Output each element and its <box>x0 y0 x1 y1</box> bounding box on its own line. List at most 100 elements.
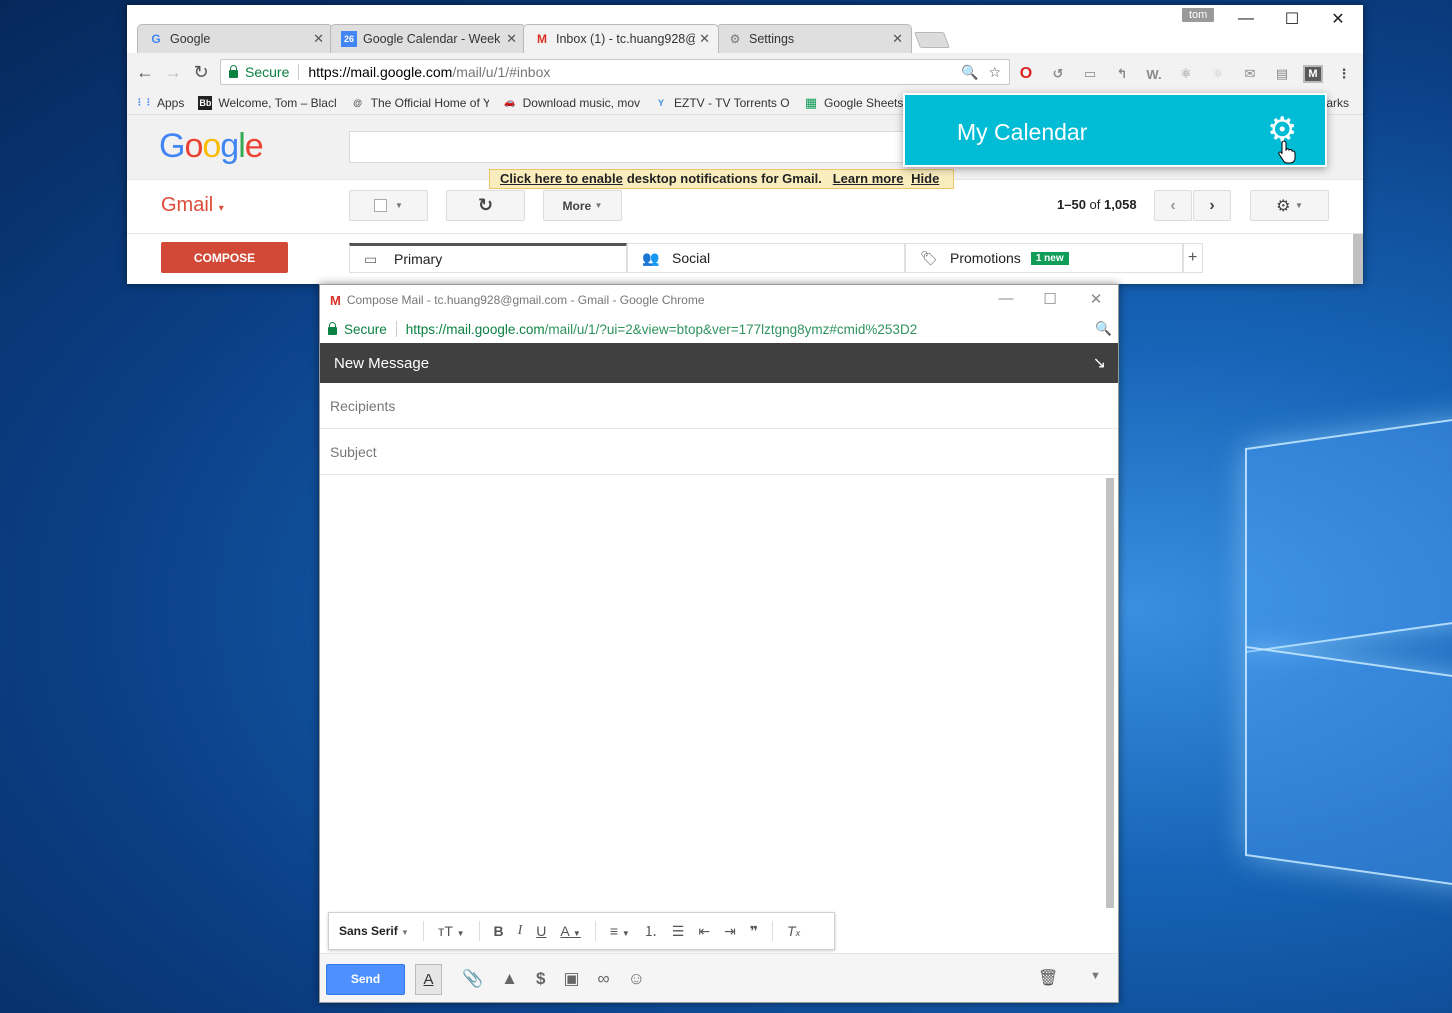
history-extension-icon[interactable]: ↺ <box>1047 66 1069 82</box>
font-family-select[interactable]: Sans Serif ▼ <box>339 924 409 938</box>
hide-link[interactable]: Hide <box>911 171 939 186</box>
address-bar[interactable]: Secure https://mail.google.com/mail/u/1/… <box>220 59 1010 85</box>
close-tab-icon[interactable]: ✕ <box>313 31 324 47</box>
minimize-icon[interactable]: — <box>986 290 1026 307</box>
back-arrow-icon[interactable]: ← <box>131 62 159 83</box>
underline-icon[interactable]: U <box>536 923 546 939</box>
bookmark-apps[interactable]: ⋮⋮ Apps <box>137 96 184 110</box>
compose-button[interactable]: COMPOSE <box>161 242 288 273</box>
close-tab-icon[interactable]: ✕ <box>699 31 710 47</box>
tab-google-calendar[interactable]: 26 Google Calendar - Week ✕ <box>330 24 526 53</box>
w-extension-icon[interactable]: W. <box>1143 66 1165 82</box>
numbered-list-icon[interactable]: ⒈ <box>644 921 658 941</box>
cast-icon[interactable]: ▭ <box>1079 66 1101 82</box>
gear-icon: ⚙ <box>1276 197 1291 215</box>
close-tab-icon[interactable]: ✕ <box>506 31 517 47</box>
tab-title: Google Calendar - Week <box>363 32 501 46</box>
close-window-icon[interactable]: ✕ <box>1315 5 1361 33</box>
recipients-field[interactable]: Recipients <box>320 383 1118 429</box>
chrome-menu-icon[interactable]: ⋮ <box>1333 66 1355 82</box>
tab-google[interactable]: G Google ✕ <box>137 24 333 53</box>
enable-notifications-link[interactable]: Click here to enable <box>500 171 623 186</box>
secure-indicator[interactable]: Secure <box>229 64 289 80</box>
emoji-icon[interactable]: ☺ <box>628 969 645 989</box>
zoom-icon[interactable]: 🔍 <box>961 64 978 81</box>
bookmark-eztv[interactable]: Y EZTV - TV Torrents Or <box>654 96 790 110</box>
settings-button[interactable]: ⚙ ▼ <box>1250 190 1329 221</box>
italic-icon[interactable]: I <box>518 923 523 939</box>
page-scrollbar[interactable] <box>1353 234 1363 284</box>
attach-files-icon[interactable]: 📎 <box>462 969 483 989</box>
shortcut-extension-icon[interactable]: ↰ <box>1111 66 1133 82</box>
new-badge: 1 new <box>1030 251 1069 265</box>
refresh-button[interactable]: ↻ <box>446 190 525 221</box>
indent-more-icon[interactable]: ⇥ <box>724 923 736 940</box>
forward-arrow-icon[interactable]: → <box>159 62 187 83</box>
caret-down-icon: ▼ <box>594 201 603 210</box>
more-options-caret-icon[interactable]: ▼ <box>1090 970 1101 982</box>
browser-toolbar: ← → ↻ Secure https://mail.google.com/mai… <box>127 53 1363 91</box>
bold-icon[interactable]: B <box>494 923 504 939</box>
profile-badge[interactable]: tom <box>1182 8 1215 22</box>
insert-photo-icon[interactable]: ▣ <box>563 969 579 989</box>
bookmark-star-icon[interactable]: ☆ <box>988 64 1001 81</box>
react-extension-icon[interactable]: ⚛ <box>1175 66 1197 82</box>
send-money-icon[interactable]: $ <box>536 969 545 989</box>
close-window-icon[interactable]: ✕ <box>1076 290 1116 308</box>
more-button[interactable]: More ▼ <box>543 190 622 221</box>
minimize-icon[interactable]: — <box>1223 5 1269 33</box>
gmail-menu[interactable]: Gmail ▾ <box>161 194 224 217</box>
discard-draft-trash-icon[interactable]: 🗑 <box>1038 968 1058 988</box>
lock-icon <box>229 65 238 78</box>
car-icon: 🚗 <box>504 97 516 107</box>
zoom-icon[interactable]: 🔍 <box>1095 321 1112 337</box>
bookmark-download-music[interactable]: 🚗 Download music, mov <box>503 96 640 110</box>
inbox-tabs-row: COMPOSE ▭ Primary 👥 Social 🏷 Promotions … <box>127 234 1363 284</box>
align-icon[interactable]: ≡ ▼ <box>610 923 630 939</box>
newer-button[interactable]: ‹ <box>1154 190 1192 221</box>
tab-social[interactable]: 👥 Social <box>627 243 905 273</box>
indent-less-icon[interactable]: ⇤ <box>698 923 710 940</box>
exit-fullscreen-icon[interactable]: ↘ <box>1093 353 1106 373</box>
bulleted-list-icon[interactable]: ☰ <box>672 923 685 940</box>
tab-primary[interactable]: ▭ Primary <box>349 243 627 273</box>
insert-link-icon[interactable]: ∞ <box>598 969 610 989</box>
subject-field[interactable]: Subject <box>320 429 1118 475</box>
learn-more-link[interactable]: Learn more <box>833 171 904 186</box>
mail-checker-icon[interactable]: ✉ <box>1239 66 1261 82</box>
sheets-icon: ▦ <box>804 95 818 110</box>
tab-promotions[interactable]: 🏷 Promotions 1 new <box>905 243 1183 273</box>
text-color-icon[interactable]: A ▼ <box>560 923 580 939</box>
message-body-editor[interactable] <box>320 475 1106 915</box>
font-size-icon[interactable]: тT ▼ <box>438 923 465 939</box>
quote-icon[interactable]: ❞ <box>750 923 758 940</box>
opera-extension-icon[interactable]: O <box>1015 65 1037 82</box>
google-drive-icon[interactable]: ▲ <box>501 969 518 989</box>
my-calendar-popup: My Calendar ⚙ <box>903 93 1327 167</box>
compose-address-bar[interactable]: Secure https://mail.google.com/mail/u/1/… <box>320 315 1118 343</box>
my-calendar-extension-icon[interactable]: M <box>1303 65 1323 83</box>
calendar-extension-icon[interactable]: ▤ <box>1271 66 1293 82</box>
formatting-options-toggle-icon[interactable]: A <box>415 963 442 995</box>
maximize-icon[interactable]: ☐ <box>1269 5 1315 33</box>
new-tab-button[interactable] <box>914 32 950 48</box>
secure-indicator[interactable]: Secure <box>328 322 387 337</box>
select-checkbox-button[interactable]: ▼ <box>349 190 428 221</box>
add-tab-button[interactable]: + <box>1183 243 1203 273</box>
bookmark-google-sheets[interactable]: ▦ Google Sheets <box>804 95 904 110</box>
tab-settings[interactable]: ⚙ Settings ✕ <box>716 24 912 53</box>
older-button[interactable]: › <box>1193 190 1231 221</box>
maximize-icon[interactable]: ☐ <box>1030 290 1070 308</box>
bookmark-blackboard[interactable]: Bb Welcome, Tom – Blacl <box>198 95 337 110</box>
remove-formatting-icon[interactable]: Tx <box>787 923 800 939</box>
tab-inbox[interactable]: M Inbox (1) - tc.huang928@ ✕ <box>523 24 719 53</box>
reload-icon[interactable]: ↻ <box>187 62 215 83</box>
other-bookmarks[interactable]: arks <box>1326 96 1349 110</box>
send-button[interactable]: Send <box>326 963 405 995</box>
close-tab-icon[interactable]: ✕ <box>892 31 903 47</box>
bookmark-official-home[interactable]: @ The Official Home of Y <box>351 96 488 110</box>
react-dim-extension-icon[interactable]: ⚛ <box>1207 66 1229 82</box>
google-logo[interactable]: Google <box>159 127 264 166</box>
mail-search-input[interactable] <box>349 131 909 163</box>
body-scrollbar[interactable] <box>1106 478 1114 908</box>
